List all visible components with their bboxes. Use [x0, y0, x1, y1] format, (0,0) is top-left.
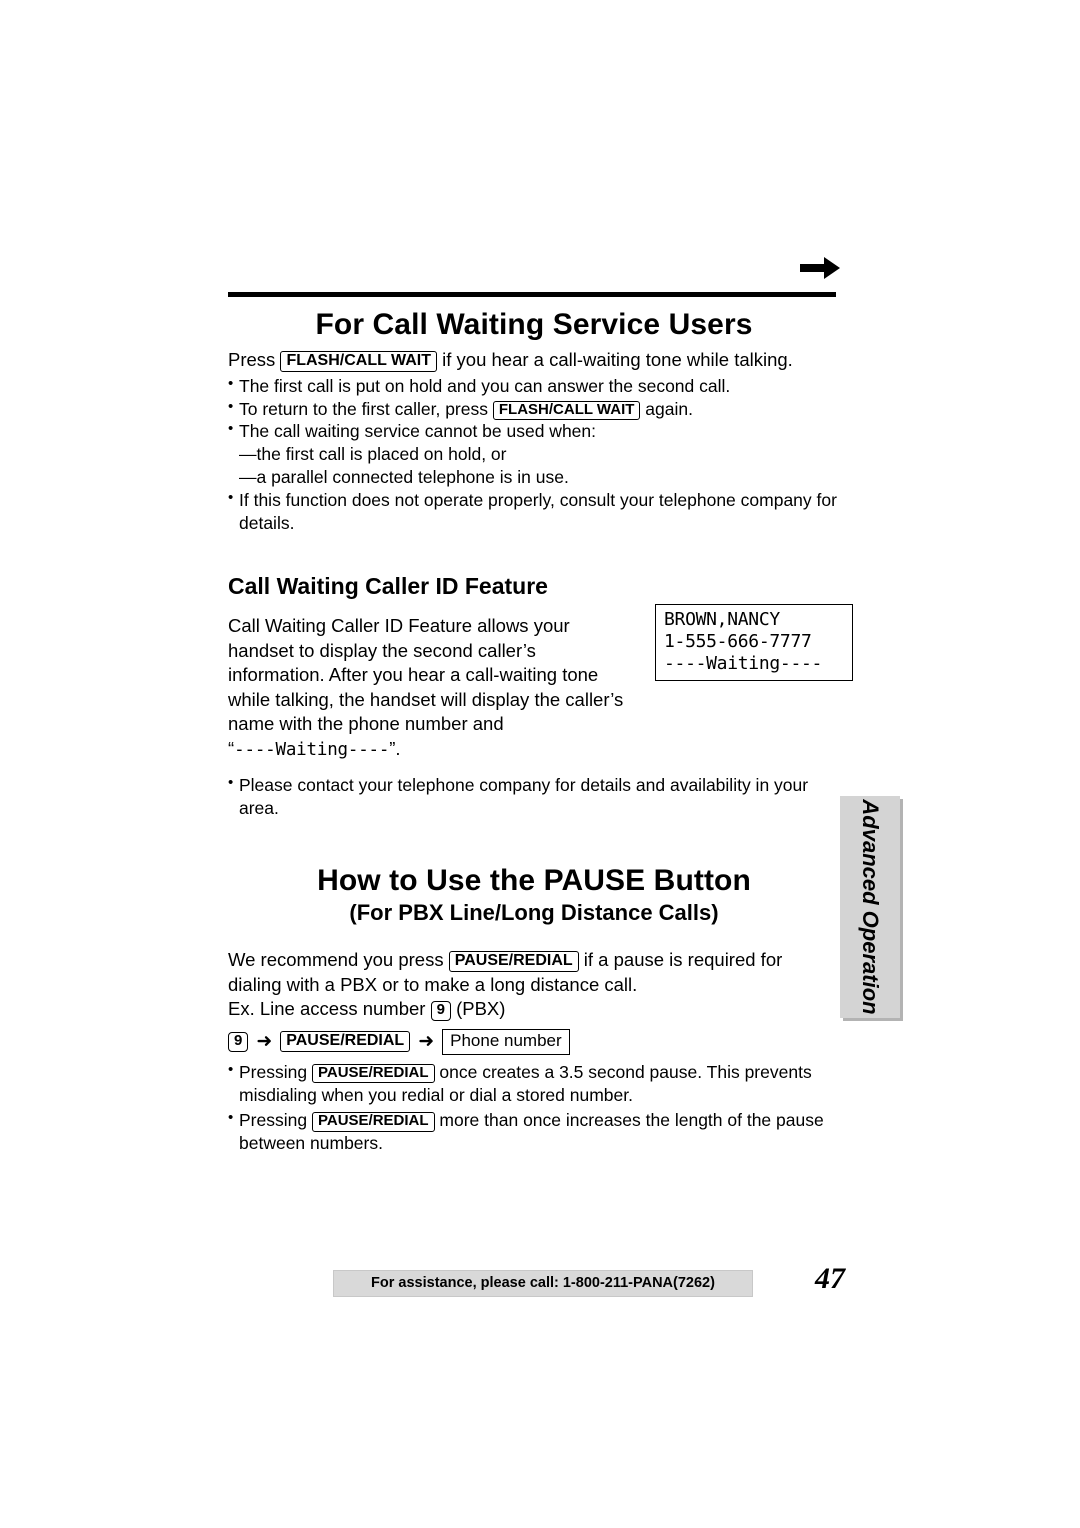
section-subtitle-pbx: (For PBX Line/Long Distance Calls) [349, 900, 719, 926]
section2-note-list: Please contact your telephone company fo… [228, 773, 840, 820]
waiting-display-text: ----Waiting---- [234, 740, 390, 761]
footer-text: For assistance, please call: 1-800-211-P… [371, 1275, 715, 1291]
section-title-cwcid: Call Waiting Caller ID Feature [228, 573, 548, 600]
bullet-text: Pressing [239, 1110, 308, 1131]
list-item: Pressing PAUSE/REDIAL more than once inc… [228, 1108, 840, 1155]
bullet-text: If this function does not operate proper… [239, 490, 837, 511]
bullet-text: The first call is put on hold and you ca… [239, 375, 731, 396]
bullet-text: The call waiting service cannot be used … [239, 421, 597, 442]
paragraph-line: dialing with a PBX or to make a long dis… [228, 973, 638, 995]
bullet-text: Pressing [239, 1061, 308, 1082]
side-tab-advanced-operation: Advanced Operation [840, 796, 900, 1018]
list-item: Please contact your telephone company fo… [228, 773, 840, 820]
section1-intro: Press FLASH/CALL WAIT if you hear a call… [228, 348, 840, 373]
paragraph-line: handset to display the second caller’s [228, 639, 536, 661]
bullet-text-continuation: details. [239, 513, 295, 534]
section-title-pause-button: How to Use the PAUSE Button [317, 864, 751, 898]
key-sequence: 9 ➜ PAUSE/REDIAL ➜ Phone number [228, 1028, 840, 1055]
section3-paragraph: We recommend you press PAUSE/REDIAL if a… [228, 948, 840, 1022]
list-item: The call waiting service cannot be used … [228, 419, 840, 443]
lcd-line-name: BROWN,NANCY [664, 609, 780, 630]
lcd-line-waiting: ----Waiting---- [664, 652, 823, 674]
intro-pre-text: Press [228, 349, 276, 370]
paragraph-post-text: if a pause is required for [583, 949, 783, 971]
quote-close: ”. [389, 738, 401, 760]
page-flow-arrow-icon [800, 257, 840, 279]
side-tab-label: Advanced Operation [858, 799, 883, 1015]
dash-text: —the first call is placed on hold, or [239, 444, 507, 465]
page-number: 47 [815, 1262, 845, 1295]
bullet-text-continuation: between numbers. [239, 1133, 383, 1154]
digit-9-key: 9 [228, 1031, 249, 1052]
list-item: If this function does not operate proper… [228, 488, 840, 535]
paragraph-line: information. After you hear a call-waiti… [228, 664, 599, 686]
bullet-text: Please contact your telephone company fo… [239, 775, 809, 819]
flash-call-wait-key: FLASH/CALL WAIT [280, 351, 438, 372]
right-arrow-icon: ➜ [418, 1031, 435, 1053]
list-item: To return to the first caller, press FLA… [228, 397, 840, 421]
lcd-line-number: 1-555-666-7777 [664, 630, 812, 652]
phone-number-box: Phone number [442, 1028, 570, 1055]
content-column: For Call Waiting Service Users Press FLA… [228, 300, 840, 1155]
example-line: Ex. Line access number 9 (PBX) [228, 997, 840, 1022]
section2-paragraph: Call Waiting Caller ID Feature allows yo… [228, 614, 648, 762]
paragraph-line: name with the phone number and [228, 713, 504, 735]
lcd-display-example: BROWN,NANCY 1-555-666-7777 ----Waiting--… [655, 604, 853, 681]
title-rule [228, 292, 836, 297]
pause-redial-key: PAUSE/REDIAL [448, 951, 579, 973]
list-item-dash: —the first call is placed on hold, or [228, 443, 840, 466]
bullet-text-post: once creates a 3.5 second pause. This pr… [439, 1061, 812, 1082]
section1-bullet-list: The first call is put on hold and you ca… [228, 374, 840, 535]
digit-9-key: 9 [430, 1001, 451, 1022]
list-item: The first call is put on hold and you ca… [228, 374, 840, 398]
intro-post-text: if you hear a call-waiting tone while ta… [442, 349, 793, 370]
footer-assistance-bar: For assistance, please call: 1-800-211-P… [333, 1270, 753, 1297]
example-pre-text: Ex. Line access number [228, 998, 426, 1020]
list-item-dash: —a parallel connected telephone is in us… [228, 466, 840, 489]
section3-bullet-list: Pressing PAUSE/REDIAL once creates a 3.5… [228, 1060, 840, 1156]
right-arrow-icon: ➜ [256, 1031, 273, 1053]
dash-text: —a parallel connected telephone is in us… [239, 467, 569, 488]
list-item: Pressing PAUSE/REDIAL once creates a 3.5… [228, 1060, 840, 1107]
pause-redial-key: PAUSE/REDIAL [311, 1063, 435, 1084]
paragraph-pre-text: We recommend you press [228, 949, 444, 971]
paragraph-line: while talking, the handset will display … [228, 688, 624, 710]
pause-redial-key: PAUSE/REDIAL [280, 1031, 411, 1053]
flash-call-wait-key: FLASH/CALL WAIT [492, 400, 641, 421]
section-title-call-waiting: For Call Waiting Service Users [315, 308, 753, 341]
manual-page: For Call Waiting Service Users Press FLA… [0, 0, 1080, 1528]
bullet-text-post: more than once increases the length of t… [439, 1110, 824, 1131]
bullet-text-post: again. [645, 398, 693, 419]
paragraph-quote-line: “----Waiting----”. [228, 737, 648, 762]
bullet-text-continuation: misdialing when you redial or dial a sto… [239, 1084, 633, 1105]
pause-redial-key: PAUSE/REDIAL [311, 1112, 435, 1133]
paragraph-line: Call Waiting Caller ID Feature allows yo… [228, 615, 570, 637]
example-post-text: (PBX) [456, 998, 506, 1020]
bullet-text: To return to the first caller, press [239, 398, 488, 419]
